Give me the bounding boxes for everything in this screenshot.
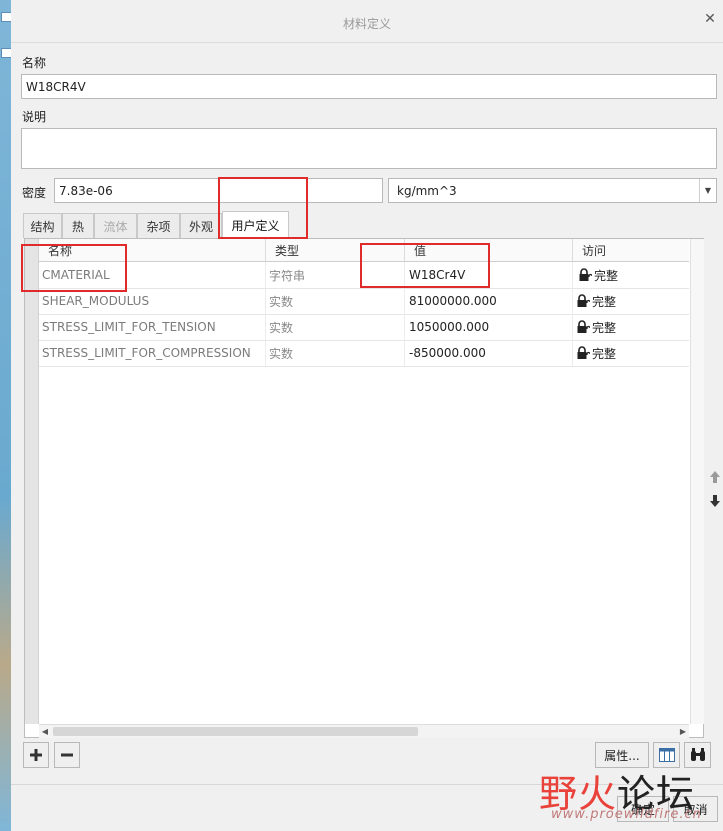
tab-fluid: 流体 [94, 213, 137, 238]
arrow-up-icon[interactable] [708, 470, 722, 484]
description-label: 说明 [22, 110, 47, 124]
cell-name[interactable]: STRESS_LIMIT_FOR_TENSION [39, 314, 266, 340]
watermark-logo: 野火论坛 www.proewildfire.cn [537, 757, 723, 831]
cell-access[interactable]: 完整 [573, 288, 689, 314]
access-level: 完整 [592, 346, 617, 361]
density-label: 密度 [22, 186, 47, 200]
background-window-strip [0, 0, 12, 831]
table-row[interactable]: STRESS_LIMIT_FOR_COMPRESSION 实数 -850000.… [39, 340, 689, 367]
column-header-value[interactable]: 值 [405, 239, 573, 261]
column-header-name[interactable]: 名称 [39, 239, 266, 261]
column-header-access[interactable]: 访问 [573, 239, 689, 261]
cell-type: 实数 [266, 314, 405, 340]
row-header-gutter [25, 239, 39, 724]
scroll-right-icon[interactable]: ▶ [677, 725, 689, 738]
tab-appearance[interactable]: 外观 [180, 213, 222, 238]
dialog-title: 材料定义 [342, 17, 391, 31]
tab-misc[interactable]: 杂项 [137, 213, 180, 238]
chevron-down-icon[interactable]: ▼ [699, 179, 716, 202]
density-unit-select[interactable]: kg/mm^3 ▼ [388, 178, 717, 203]
cell-type: 字符串 [266, 262, 405, 288]
cell-access[interactable]: 完整 [573, 314, 689, 340]
cell-value[interactable]: -850000.000 [405, 340, 573, 366]
cell-type: 实数 [266, 340, 405, 366]
tab-thermal[interactable]: 热 [62, 213, 94, 238]
scroll-thumb[interactable] [53, 727, 418, 736]
minus-icon [61, 753, 73, 757]
table-row[interactable]: CMATERIAL 字符串 W18Cr4V 完整 [39, 262, 689, 289]
table-row[interactable]: SHEAR_MODULUS 实数 81000000.000 完整 [39, 288, 689, 315]
tab-structure[interactable]: 结构 [23, 213, 62, 238]
cell-name[interactable]: CMATERIAL [39, 262, 266, 288]
watermark-url: www.proewildfire.cn [551, 807, 702, 822]
horizontal-scrollbar[interactable]: ◀ ▶ [39, 724, 689, 738]
access-level: 完整 [592, 294, 617, 309]
cell-access[interactable]: 完整 [573, 340, 689, 366]
cell-name[interactable]: STRESS_LIMIT_FOR_COMPRESSION [39, 340, 266, 366]
arrow-down-icon[interactable] [708, 494, 722, 508]
lock-icon [577, 320, 590, 333]
table-row[interactable]: STRESS_LIMIT_FOR_TENSION 实数 1050000.000 … [39, 314, 689, 341]
add-button[interactable] [23, 742, 49, 768]
vertical-scrollbar[interactable] [690, 239, 704, 724]
access-level: 完整 [592, 320, 617, 335]
title-bar[interactable]: 材料定义 ✕ [11, 0, 723, 43]
cell-value[interactable]: W18Cr4V [405, 262, 573, 288]
cell-access[interactable]: 完整 [573, 262, 689, 288]
cell-type: 实数 [266, 288, 405, 314]
material-definition-dialog: 材料定义 ✕ 名称 W18CR4V 说明 密度 7.83e-06 kg/mm^3… [11, 0, 723, 831]
scroll-left-icon[interactable]: ◀ [39, 725, 51, 738]
access-level: 完整 [594, 268, 619, 283]
description-field[interactable] [21, 128, 717, 169]
density-field[interactable]: 7.83e-06 [54, 178, 383, 203]
table-header: 名称 类型 值 访问 [39, 239, 689, 262]
parameter-table: 名称 类型 值 访问 CMATERIAL 字符串 W18Cr4V 完整 SHEA… [24, 238, 704, 738]
lock-icon [577, 346, 590, 359]
cell-value[interactable]: 1050000.000 [405, 314, 573, 340]
remove-button[interactable] [54, 742, 80, 768]
tab-user-defined[interactable]: 用户定义 [222, 211, 289, 238]
close-icon[interactable]: ✕ [703, 12, 717, 26]
cell-value[interactable]: 81000000.000 [405, 288, 573, 314]
lock-icon [577, 294, 590, 307]
cell-name[interactable]: SHEAR_MODULUS [39, 288, 266, 314]
name-field[interactable]: W18CR4V [21, 74, 717, 99]
name-label: 名称 [22, 56, 47, 70]
lock-icon [579, 268, 592, 281]
density-unit-value: kg/mm^3 [397, 183, 457, 198]
column-header-type[interactable]: 类型 [266, 239, 405, 261]
plus-icon [30, 749, 42, 761]
